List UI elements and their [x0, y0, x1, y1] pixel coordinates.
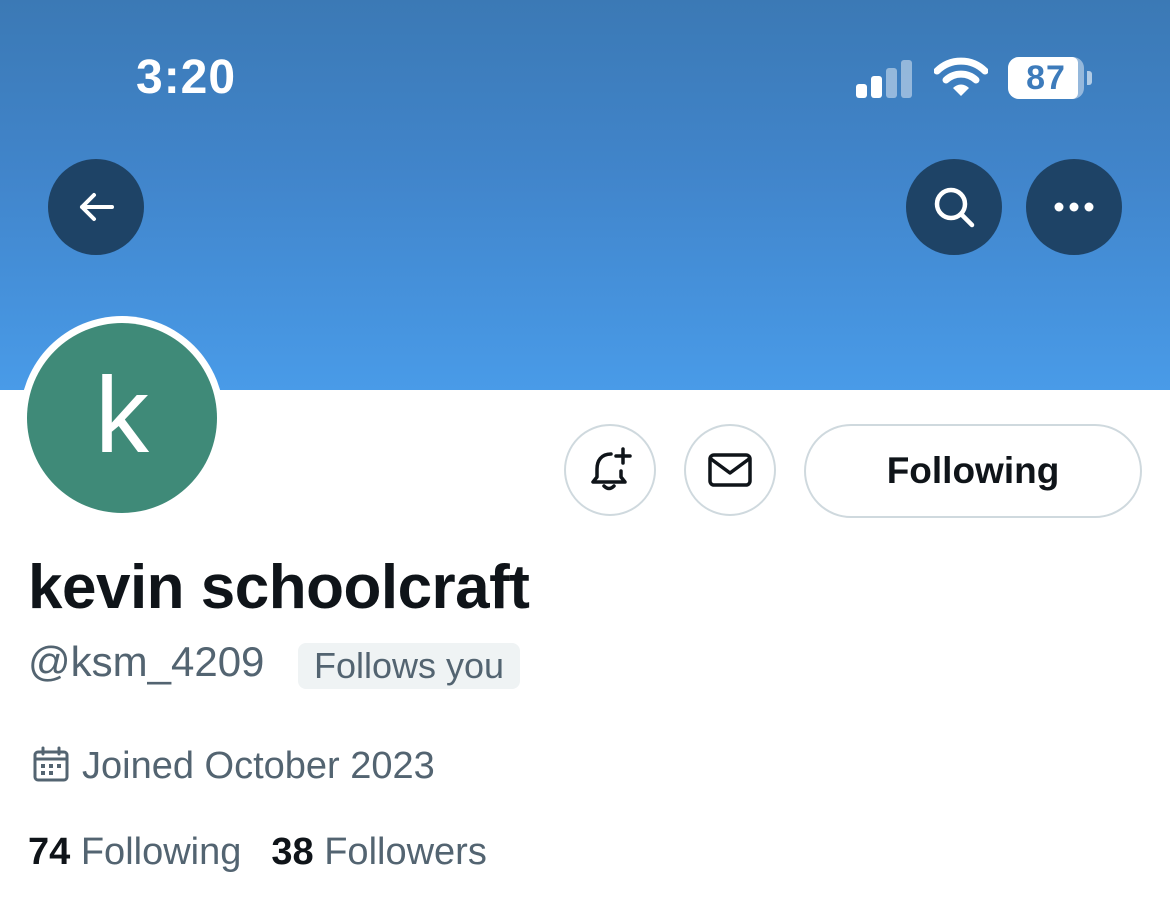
more-options-button[interactable]	[1026, 159, 1122, 255]
profile-name: kevin schoolcraft	[28, 553, 530, 622]
search-button[interactable]	[906, 159, 1002, 255]
profile-handle: @ksm_4209	[28, 638, 265, 685]
battery-icon: 87	[1008, 57, 1084, 99]
battery-percent: 87	[1026, 59, 1066, 97]
follow-stats: 74 Following 38 Followers	[28, 828, 487, 876]
bell-plus-icon	[591, 447, 632, 491]
following-count: 74	[28, 831, 71, 873]
more-horizontal-icon	[1054, 202, 1094, 212]
avatar[interactable]: k	[27, 323, 217, 513]
message-button[interactable]	[684, 424, 776, 516]
search-icon	[934, 187, 975, 228]
back-button[interactable]	[48, 159, 144, 255]
arrow-left-icon	[80, 193, 114, 221]
followers-label: Followers	[324, 831, 487, 873]
calendar-icon	[33, 746, 69, 782]
battery-tip	[1087, 71, 1092, 85]
status-bar-time: 3:20	[136, 51, 237, 104]
following-label: Following	[80, 831, 242, 873]
envelope-icon	[708, 453, 752, 487]
notifications-button[interactable]	[564, 424, 656, 516]
following-stat-link[interactable]: 74 Following	[28, 831, 241, 873]
join-date: Joined October 2023	[82, 745, 435, 787]
wifi-icon	[934, 57, 988, 96]
followers-count: 38	[271, 831, 314, 873]
followers-stat-link[interactable]: 38 Followers	[271, 831, 486, 873]
follows-you-badge: Follows you	[298, 643, 521, 689]
cellular-signal-icon	[856, 58, 916, 98]
following-button[interactable]: Following	[804, 424, 1142, 518]
